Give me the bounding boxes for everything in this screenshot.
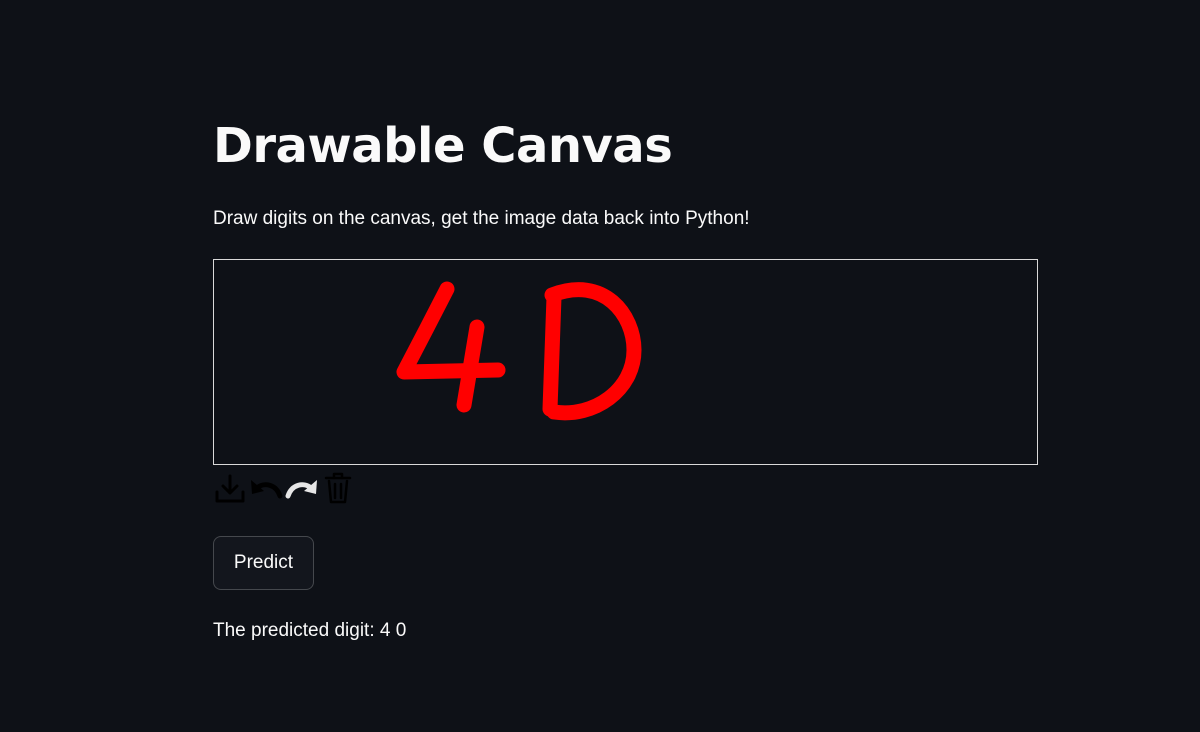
undo-icon: [251, 480, 283, 499]
download-button[interactable]: [213, 470, 247, 506]
canvas-toolbar: [213, 470, 355, 506]
redo-icon: [285, 480, 317, 499]
redo-button[interactable]: [285, 470, 319, 506]
drawn-stroke-d-bowl: [544, 282, 642, 421]
drawing-canvas[interactable]: [213, 259, 1038, 465]
main-content: Drawable Canvas Draw digits on the canva…: [213, 0, 1038, 732]
trash-icon: [324, 472, 352, 504]
page-description: Draw digits on the canvas, get the image…: [213, 208, 750, 229]
undo-button[interactable]: [249, 470, 283, 506]
download-icon: [215, 474, 245, 503]
predict-button[interactable]: Predict: [213, 536, 314, 590]
clear-button[interactable]: [321, 470, 355, 506]
drawn-stroke-d-stem: [542, 289, 562, 417]
prediction-result: The predicted digit: 4 0: [213, 620, 407, 641]
canvas-drawing: [396, 281, 642, 421]
drawn-stroke-4-vertical: [456, 319, 485, 413]
page-title: Drawable Canvas: [213, 118, 673, 174]
